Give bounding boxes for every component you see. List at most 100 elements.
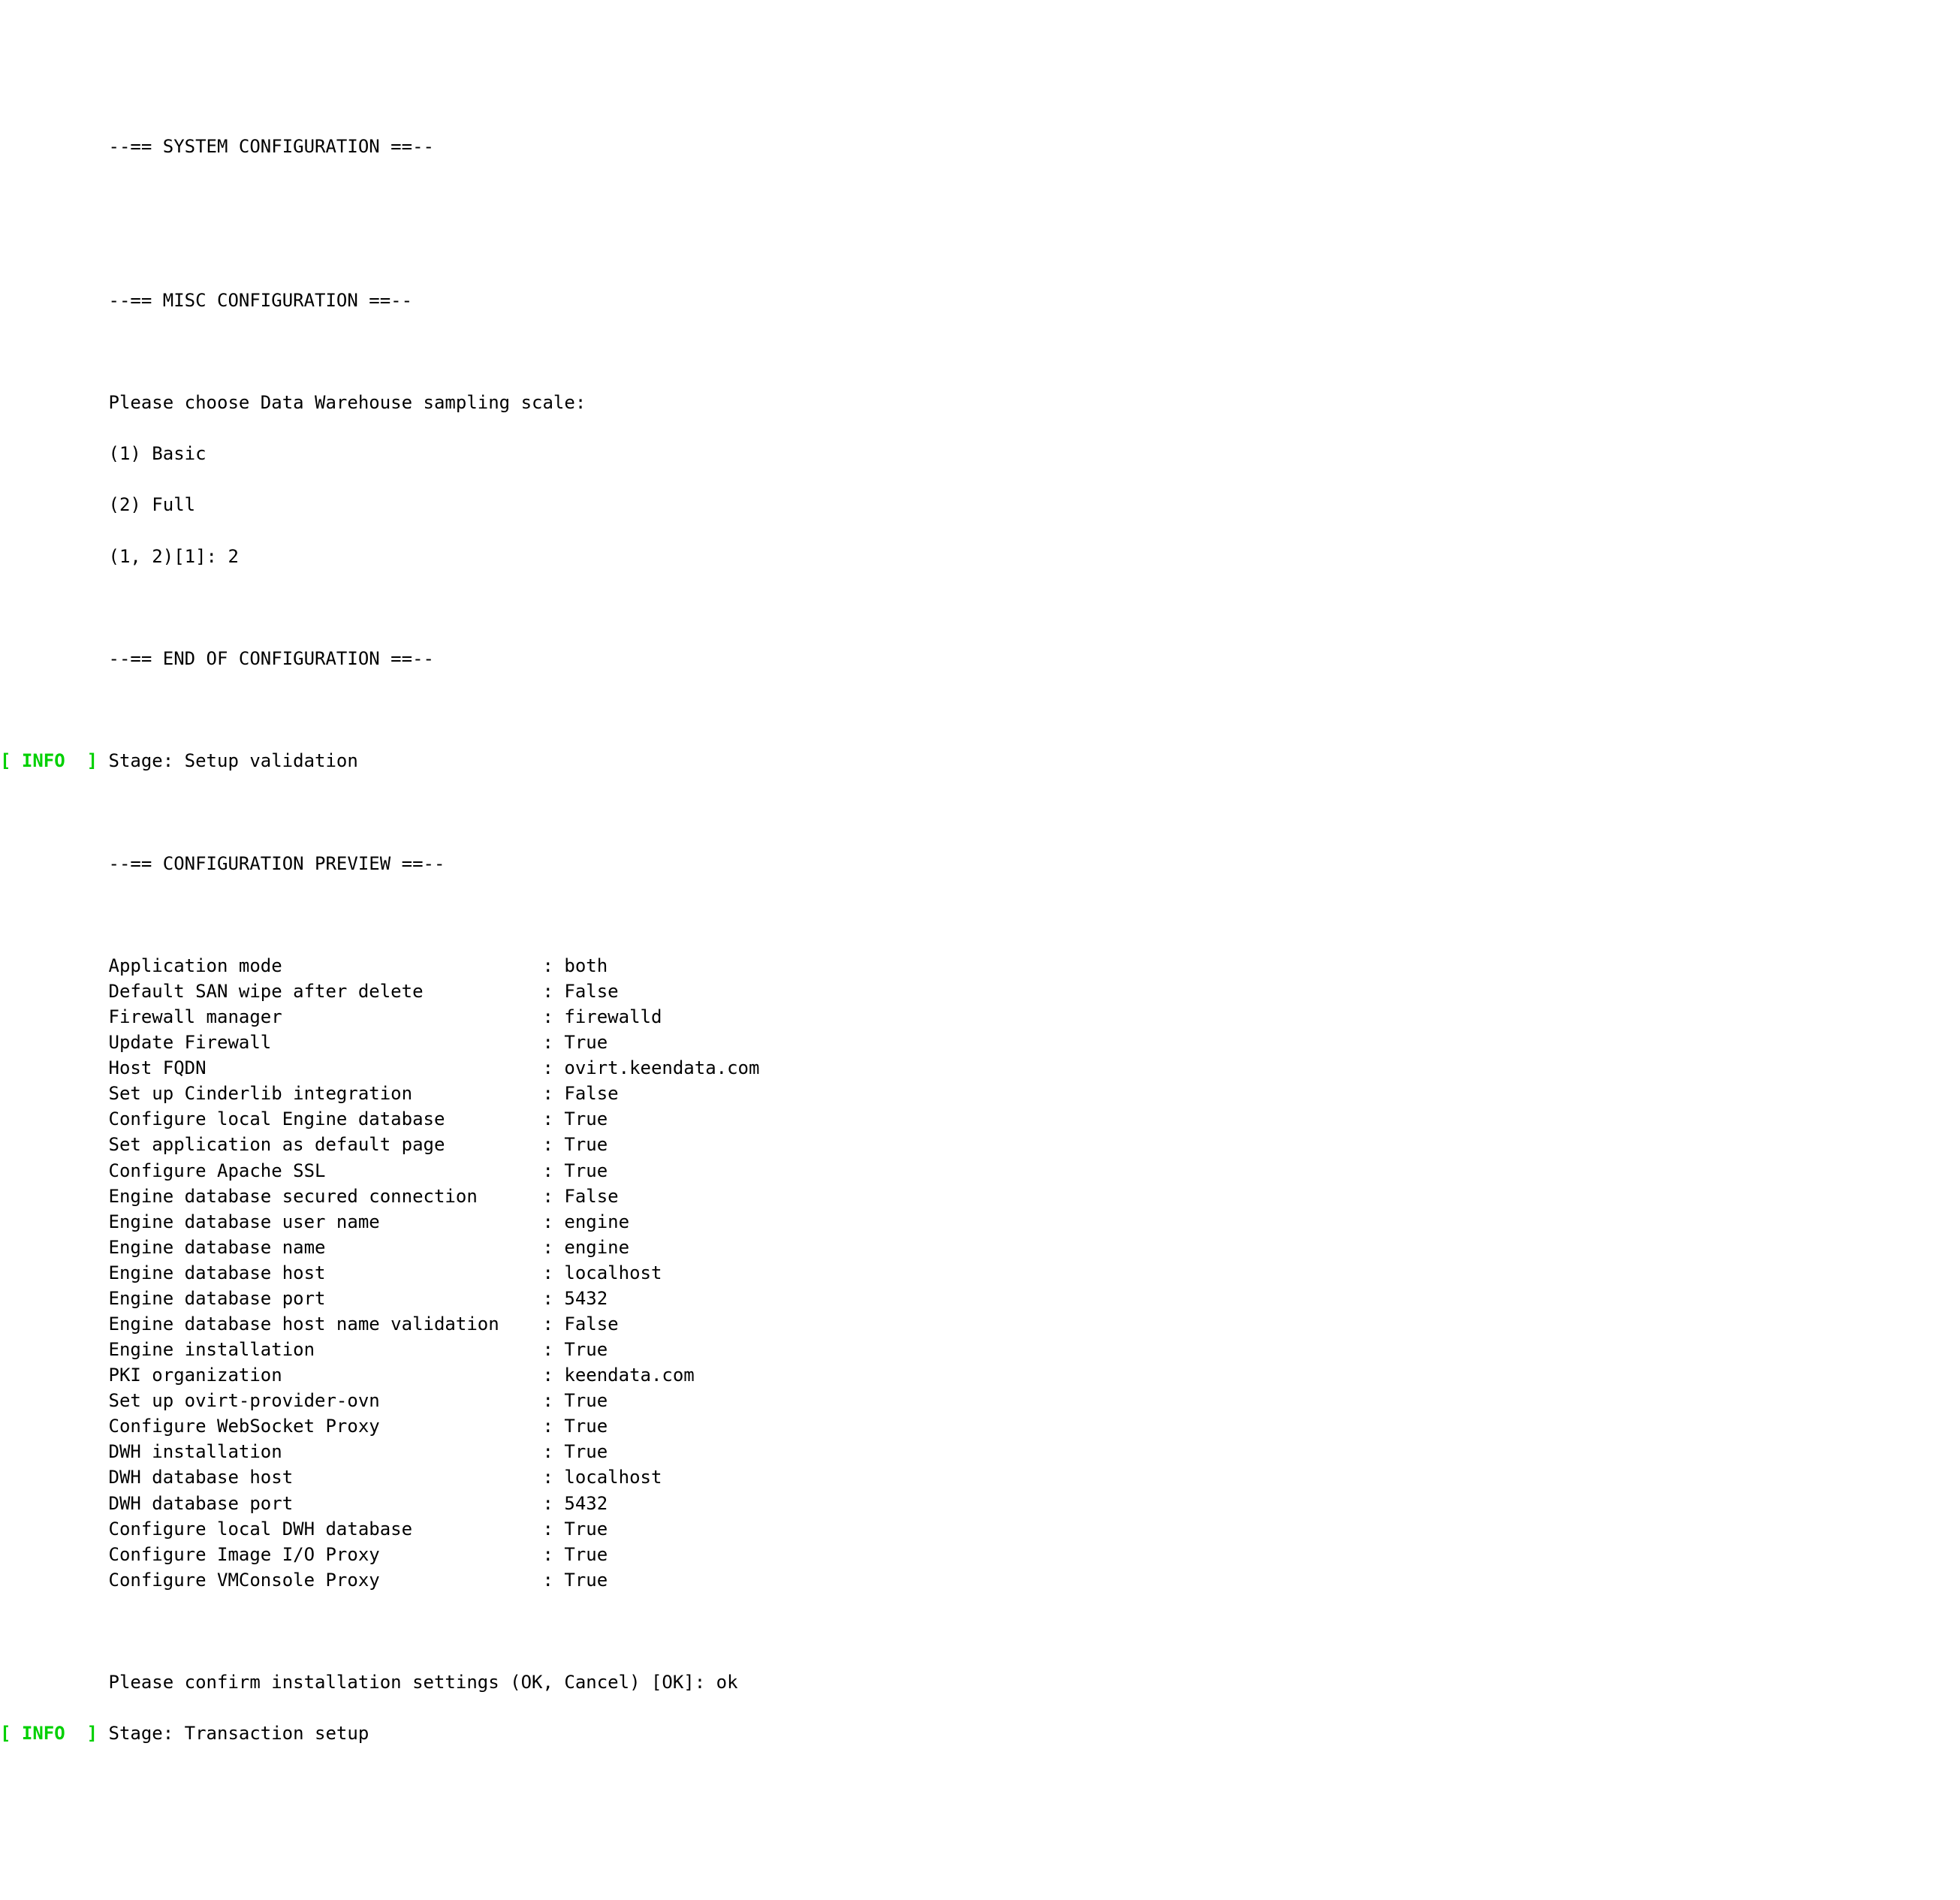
config-label: Engine database port xyxy=(109,1288,543,1309)
blank-line xyxy=(0,697,1960,722)
config-value: : False xyxy=(542,1313,618,1335)
config-value: : False xyxy=(542,981,618,1002)
config-label: Set up ovirt-provider-ovn xyxy=(109,1390,543,1411)
config-row: Update Firewall : True xyxy=(0,1030,1960,1055)
config-value: : False xyxy=(542,1083,618,1104)
info-tag: [ INFO ] xyxy=(0,750,98,771)
indent xyxy=(0,1416,109,1437)
section-header-system: --== SYSTEM CONFIGURATION ==-- xyxy=(0,134,1960,159)
config-value: : True xyxy=(542,1544,608,1565)
config-row: Host FQDN : ovirt.keendata.com xyxy=(0,1055,1960,1081)
config-label: Host FQDN xyxy=(109,1057,543,1078)
info-setup-validation: [ INFO ] Stage: Setup validation xyxy=(0,748,1960,774)
config-label: Engine installation xyxy=(109,1339,543,1360)
config-row: Engine database user name : engine xyxy=(0,1209,1960,1235)
prompt-dwh-scale: Please choose Data Warehouse sampling sc… xyxy=(0,390,1960,415)
choice-input[interactable]: (1, 2)[1]: 2 xyxy=(0,544,1960,569)
config-label: Set up Cinderlib integration xyxy=(109,1083,543,1104)
config-value: : True xyxy=(542,1570,608,1591)
config-row: Engine database host : localhost xyxy=(0,1260,1960,1286)
config-row: Engine database host name validation : F… xyxy=(0,1311,1960,1337)
config-label: Configure Image I/O Proxy xyxy=(109,1544,543,1565)
indent xyxy=(0,1057,109,1078)
config-label: Configure VMConsole Proxy xyxy=(109,1570,543,1591)
config-value: : engine xyxy=(542,1237,629,1258)
indent xyxy=(0,1493,109,1514)
config-label: Default SAN wipe after delete xyxy=(109,981,543,1002)
info-tag: [ INFO ] xyxy=(0,1723,98,1744)
indent xyxy=(0,1262,109,1283)
config-row: Set application as default page : True xyxy=(0,1132,1960,1157)
indent xyxy=(0,1160,109,1181)
config-value: : True xyxy=(542,1339,608,1360)
config-label: Engine database name xyxy=(109,1237,543,1258)
blank-line xyxy=(0,595,1960,620)
config-row: Engine database name : engine xyxy=(0,1235,1960,1260)
config-label: DWH installation xyxy=(109,1441,543,1462)
config-row: Default SAN wipe after delete : False xyxy=(0,979,1960,1004)
indent xyxy=(0,1339,109,1360)
section-header-preview: --== CONFIGURATION PREVIEW ==-- xyxy=(0,851,1960,876)
config-row: Configure WebSocket Proxy : True xyxy=(0,1413,1960,1439)
config-row: Configure Apache SSL : True xyxy=(0,1158,1960,1184)
section-header-end: --== END OF CONFIGURATION ==-- xyxy=(0,646,1960,671)
terminal-output: --== SYSTEM CONFIGURATION ==-- --== MISC… xyxy=(0,102,1960,1772)
config-label: Engine database host name validation xyxy=(109,1313,543,1335)
config-value: : both xyxy=(542,955,608,976)
config-label: Configure local Engine database xyxy=(109,1108,543,1129)
config-value: : 5432 xyxy=(542,1288,608,1309)
config-row: DWH installation : True xyxy=(0,1439,1960,1464)
config-label: Configure local DWH database xyxy=(109,1518,543,1540)
config-value: : True xyxy=(542,1134,608,1155)
config-value: : True xyxy=(542,1518,608,1540)
indent xyxy=(0,1211,109,1232)
confirm-input[interactable]: Please confirm installation settings (OK… xyxy=(0,1669,1960,1695)
indent xyxy=(0,1441,109,1462)
indent xyxy=(0,1288,109,1309)
config-label: Set application as default page xyxy=(109,1134,543,1155)
config-row: Engine database port : 5432 xyxy=(0,1286,1960,1311)
config-label: Engine database secured connection xyxy=(109,1186,543,1207)
config-label: Engine database user name xyxy=(109,1211,543,1232)
config-value: : True xyxy=(542,1032,608,1053)
indent xyxy=(0,955,109,976)
config-row: Set up ovirt-provider-ovn : True xyxy=(0,1388,1960,1413)
config-row: Configure local DWH database : True xyxy=(0,1516,1960,1542)
blank-line xyxy=(0,339,1960,364)
config-row: Set up Cinderlib integration : False xyxy=(0,1081,1960,1106)
config-row: Engine database secured connection : Fal… xyxy=(0,1184,1960,1209)
config-value: : True xyxy=(542,1416,608,1437)
config-row: DWH database host : localhost xyxy=(0,1464,1960,1490)
config-value: : localhost xyxy=(542,1262,662,1283)
config-row: Configure local Engine database : True xyxy=(0,1106,1960,1132)
config-label: Engine database host xyxy=(109,1262,543,1283)
config-value: : False xyxy=(542,1186,618,1207)
indent xyxy=(0,1237,109,1258)
config-label: Application mode xyxy=(109,955,543,976)
config-value: : localhost xyxy=(542,1467,662,1488)
blank-line xyxy=(0,185,1960,211)
config-row: Application mode : both xyxy=(0,953,1960,979)
config-value: : True xyxy=(542,1441,608,1462)
indent xyxy=(0,981,109,1002)
indent xyxy=(0,1006,109,1027)
option-basic: (1) Basic xyxy=(0,441,1960,466)
indent xyxy=(0,1390,109,1411)
config-row: PKI organization : keendata.com xyxy=(0,1362,1960,1388)
blank-line xyxy=(0,1618,1960,1644)
blank-line xyxy=(0,902,1960,927)
indent xyxy=(0,1108,109,1129)
config-value: : keendata.com xyxy=(542,1365,694,1386)
config-row: DWH database port : 5432 xyxy=(0,1491,1960,1516)
blank-line xyxy=(0,799,1960,825)
config-row: Configure VMConsole Proxy : True xyxy=(0,1567,1960,1593)
indent xyxy=(0,1083,109,1104)
indent xyxy=(0,1186,109,1207)
config-label: Configure WebSocket Proxy xyxy=(109,1416,543,1437)
config-value: : True xyxy=(542,1160,608,1181)
config-label: Configure Apache SSL xyxy=(109,1160,543,1181)
config-value: : firewalld xyxy=(542,1006,662,1027)
indent xyxy=(0,1032,109,1053)
config-label: Update Firewall xyxy=(109,1032,543,1053)
indent xyxy=(0,1365,109,1386)
